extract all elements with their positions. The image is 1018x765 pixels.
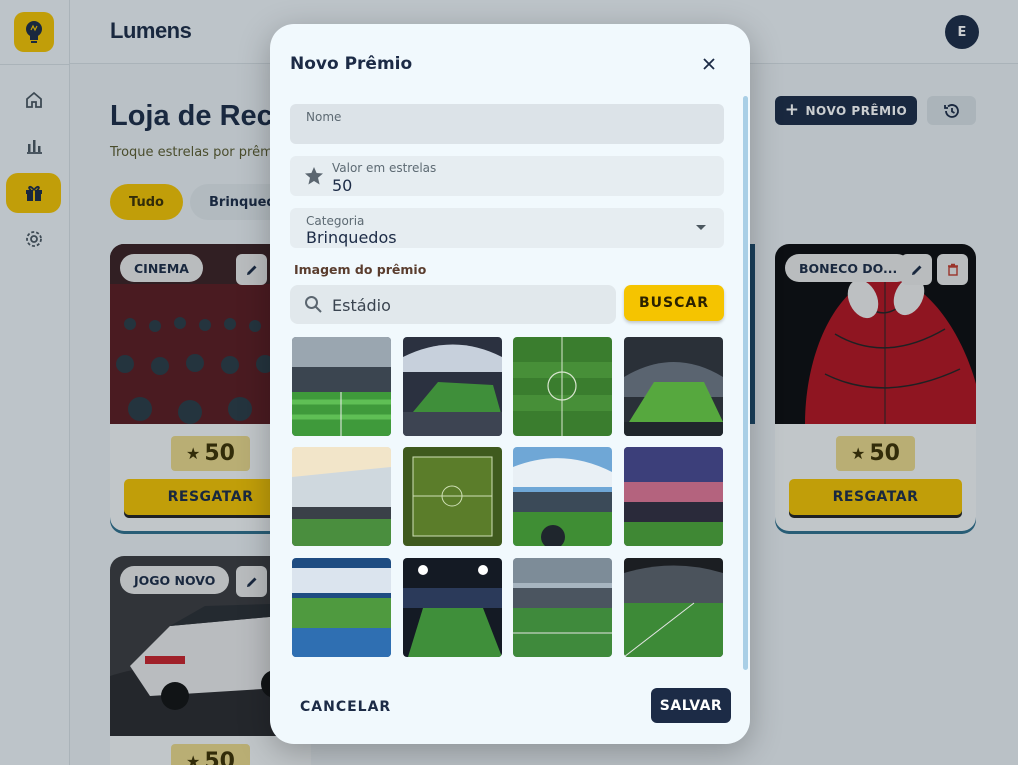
star-icon [305, 167, 323, 185]
stadium-thumbnail[interactable] [403, 337, 502, 436]
image-section-label: Imagem do prêmio [294, 262, 427, 277]
stadium-thumbnail[interactable] [292, 447, 391, 546]
scrollbar[interactable] [743, 96, 748, 670]
category-select[interactable]: Categoria Brinquedos [290, 208, 724, 248]
stadium-thumbnail[interactable] [292, 337, 391, 436]
category-field-label: Categoria [306, 214, 365, 228]
new-reward-dialog: Novo Prêmio Nome Valor em estrelas 50 Ca… [270, 24, 750, 744]
chevron-down-icon [696, 225, 706, 230]
stadium-thumbnail[interactable] [513, 447, 612, 546]
stadium-thumbnail[interactable] [513, 337, 612, 436]
stadium-thumbnail[interactable] [624, 447, 723, 546]
dialog-title: Novo Prêmio [290, 54, 413, 74]
stadium-thumbnail[interactable] [624, 337, 723, 436]
image-search-box[interactable] [290, 285, 616, 324]
save-button[interactable]: SALVAR [651, 688, 731, 723]
stars-field-label: Valor em estrelas [332, 161, 437, 175]
stadium-thumbnail[interactable] [513, 558, 612, 657]
cancel-button[interactable]: CANCELAR [292, 692, 399, 722]
stadium-thumbnail[interactable] [624, 558, 723, 657]
image-search-input[interactable] [332, 291, 602, 319]
stars-value-field[interactable]: Valor em estrelas 50 [290, 156, 724, 196]
stadium-thumbnail[interactable] [292, 558, 391, 657]
close-icon [703, 58, 715, 70]
search-button[interactable]: BUSCAR [624, 285, 724, 321]
name-field[interactable]: Nome [290, 104, 724, 144]
stars-field-value: 50 [332, 176, 353, 195]
close-button[interactable] [697, 52, 721, 76]
category-field-value: Brinquedos [306, 228, 397, 247]
stadium-thumbnail[interactable] [403, 447, 502, 546]
name-field-label: Nome [306, 110, 342, 124]
search-icon [305, 296, 322, 313]
stadium-thumbnail[interactable] [403, 558, 502, 657]
